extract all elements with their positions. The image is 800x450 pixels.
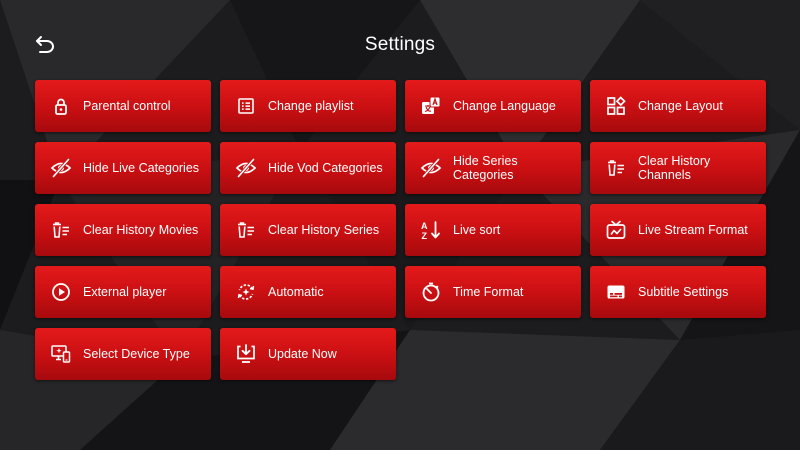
parental-control-button[interactable]: Parental control (35, 80, 211, 132)
subtitle-settings-button[interactable]: Subtitle Settings (590, 266, 766, 318)
external-player-button[interactable]: External player (35, 266, 211, 318)
update-now-button[interactable]: Update Now (220, 328, 396, 380)
external-player-label: External player (83, 285, 167, 299)
svg-text:Z: Z (422, 231, 428, 241)
hide-live-categories-button[interactable]: Hide Live Categories (35, 142, 211, 194)
time-format-button[interactable]: Time Format (405, 266, 581, 318)
eye-off-icon (50, 157, 72, 179)
live-stream-format-label: Live Stream Format (638, 223, 748, 237)
lock-icon (50, 95, 72, 117)
hide-vod-categories-button[interactable]: Hide Vod Categories (220, 142, 396, 194)
list-icon (235, 95, 257, 117)
sort-alpha-icon: AZ (420, 219, 442, 241)
change-language-button[interactable]: Change Language (405, 80, 581, 132)
automatic-button[interactable]: Automatic (220, 266, 396, 318)
change-language-label: Change Language (453, 99, 556, 113)
live-stream-format-button[interactable]: Live Stream Format (590, 204, 766, 256)
clear-history-movies-button[interactable]: Clear History Movies (35, 204, 211, 256)
hide-live-categories-label: Hide Live Categories (83, 161, 200, 175)
change-playlist-label: Change playlist (268, 99, 354, 113)
live-sort-label: Live sort (453, 223, 501, 237)
hide-vod-categories-label: Hide Vod Categories (268, 161, 383, 175)
live-sort-button[interactable]: A Z Live sort (405, 204, 581, 256)
clear-history-icon (605, 157, 627, 179)
devices-icon (50, 343, 72, 365)
automatic-label: Automatic (268, 285, 324, 299)
clear-history-icon (50, 219, 72, 241)
svg-text:A: A (421, 221, 428, 231)
page-title: Settings (364, 34, 436, 55)
change-playlist-button[interactable]: Change playlist (220, 80, 396, 132)
play-circle-icon (50, 281, 72, 303)
time-format-label: Time Format (453, 285, 524, 299)
eye-off-icon (420, 157, 442, 179)
auto-refresh-icon (235, 281, 257, 303)
tv-icon (605, 219, 627, 241)
change-layout-button[interactable]: Change Layout (590, 80, 766, 132)
select-device-type-button[interactable]: Select Device Type (35, 328, 211, 380)
download-update-icon (235, 343, 257, 365)
translate-icon (420, 95, 442, 117)
subtitle-settings-label: Subtitle Settings (638, 285, 729, 299)
timer-icon (420, 281, 442, 303)
hide-series-categories-label: Hide Series Categories (453, 154, 518, 182)
clear-history-channels-label: Clear History Channels (638, 154, 711, 182)
subtitles-icon (605, 281, 627, 303)
update-now-label: Update Now (268, 347, 337, 361)
clear-history-series-label: Clear History Series (268, 223, 380, 237)
clear-history-series-button[interactable]: Clear History Series (220, 204, 396, 256)
header: Settings (0, 0, 800, 70)
clear-history-icon (235, 219, 257, 241)
change-layout-label: Change Layout (638, 99, 723, 113)
settings-grid: Parental control Change playlist Change La… (35, 80, 766, 380)
hide-series-categories-button[interactable]: Hide Series Categories (405, 142, 581, 194)
parental-control-label: Parental control (83, 99, 171, 113)
eye-off-icon (235, 157, 257, 179)
layout-icon (605, 95, 627, 117)
clear-history-movies-label: Clear History Movies (83, 223, 199, 237)
select-device-type-label: Select Device Type (83, 347, 190, 361)
clear-history-channels-button[interactable]: Clear History Channels (590, 142, 766, 194)
